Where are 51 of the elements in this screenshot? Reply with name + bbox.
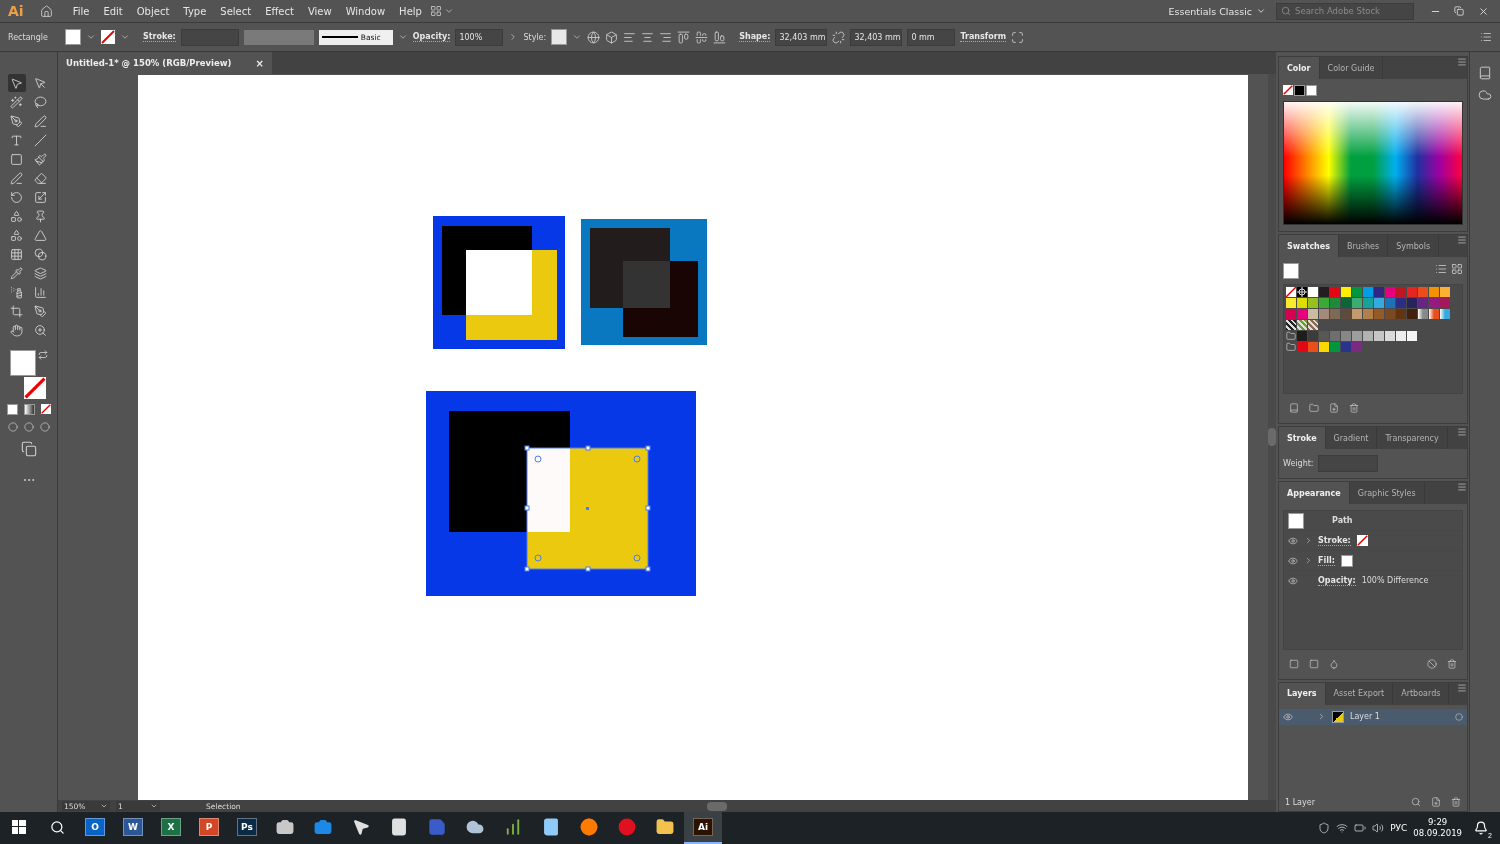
taskbar-app-button[interactable]: Ps: [228, 812, 266, 844]
app-tile: O: [85, 818, 105, 836]
layer-name: Layer 1: [1350, 712, 1380, 721]
menu-item[interactable]: Edit: [97, 3, 129, 19]
path-title: Path: [1332, 516, 1353, 525]
workspace-switcher[interactable]: Essentials Classic: [1160, 5, 1274, 17]
layer-count: 1 Layer: [1285, 797, 1315, 807]
panel-tab[interactable]: Color: [1279, 57, 1320, 79]
app-tile: W: [123, 818, 143, 836]
opacity-field[interactable]: 100%: [455, 28, 504, 46]
menu-item[interactable]: Select: [214, 3, 258, 19]
weight-label: Weight:: [1283, 459, 1314, 468]
attribute-label[interactable]: Stroke:: [1318, 535, 1351, 546]
panel-tab[interactable]: Stroke: [1279, 427, 1326, 449]
app-tile: X: [161, 818, 181, 836]
menu-item[interactable]: View: [301, 3, 338, 19]
menu-item[interactable]: File: [66, 3, 96, 19]
layer-row[interactable]: Layer 1: [1279, 708, 1467, 725]
transform-button[interactable]: Transform: [960, 32, 1007, 42]
opacity-label[interactable]: Opacity:: [412, 32, 451, 42]
attribute-label[interactable]: Fill:: [1318, 555, 1335, 566]
style-label: Style:: [523, 32, 547, 42]
clock[interactable]: 9:29 08.09.2019: [1413, 817, 1462, 839]
taskbar-app-button[interactable]: Ai: [684, 812, 722, 844]
opacity-value: 100% Difference: [1361, 576, 1429, 585]
document-tab[interactable]: Untitled-1* @ 150% (RGB/Preview) ×: [58, 52, 272, 74]
app-tile: Ps: [237, 818, 257, 836]
taskbar-app-button[interactable]: P: [190, 812, 228, 844]
panel-tab[interactable]: Swatches: [1279, 235, 1339, 257]
app-logo: Ai: [7, 3, 25, 19]
panel-tab[interactable]: Appearance: [1279, 482, 1350, 504]
menu-item[interactable]: Type: [177, 3, 213, 19]
app-tile: P: [199, 818, 219, 836]
corner-radius-field[interactable]: 0 mm: [907, 28, 956, 46]
menu-item[interactable]: Effect: [259, 3, 300, 19]
language-indicator[interactable]: РУС: [1390, 823, 1408, 833]
width-field[interactable]: 32,403 mm: [775, 28, 828, 46]
panel-tab[interactable]: Layers: [1279, 682, 1326, 705]
menu-item[interactable]: Window: [339, 3, 392, 19]
taskbar-app-button[interactable]: W: [114, 812, 152, 844]
stroke-label[interactable]: Stroke:: [143, 32, 176, 42]
close-tab-icon[interactable]: ×: [255, 57, 264, 69]
taskbar-app-button[interactable]: O: [76, 812, 114, 844]
attribute-label[interactable]: Opacity:: [1318, 575, 1356, 586]
shape-label[interactable]: Shape:: [739, 32, 771, 42]
menu-item[interactable]: Help: [393, 3, 428, 19]
app-tile: Ai: [693, 818, 713, 836]
selection-type-label: Rectangle: [8, 32, 49, 42]
height-field[interactable]: 32,403 mm: [850, 28, 903, 46]
menu-item[interactable]: Object: [130, 3, 176, 19]
taskbar-app-button[interactable]: X: [152, 812, 190, 844]
